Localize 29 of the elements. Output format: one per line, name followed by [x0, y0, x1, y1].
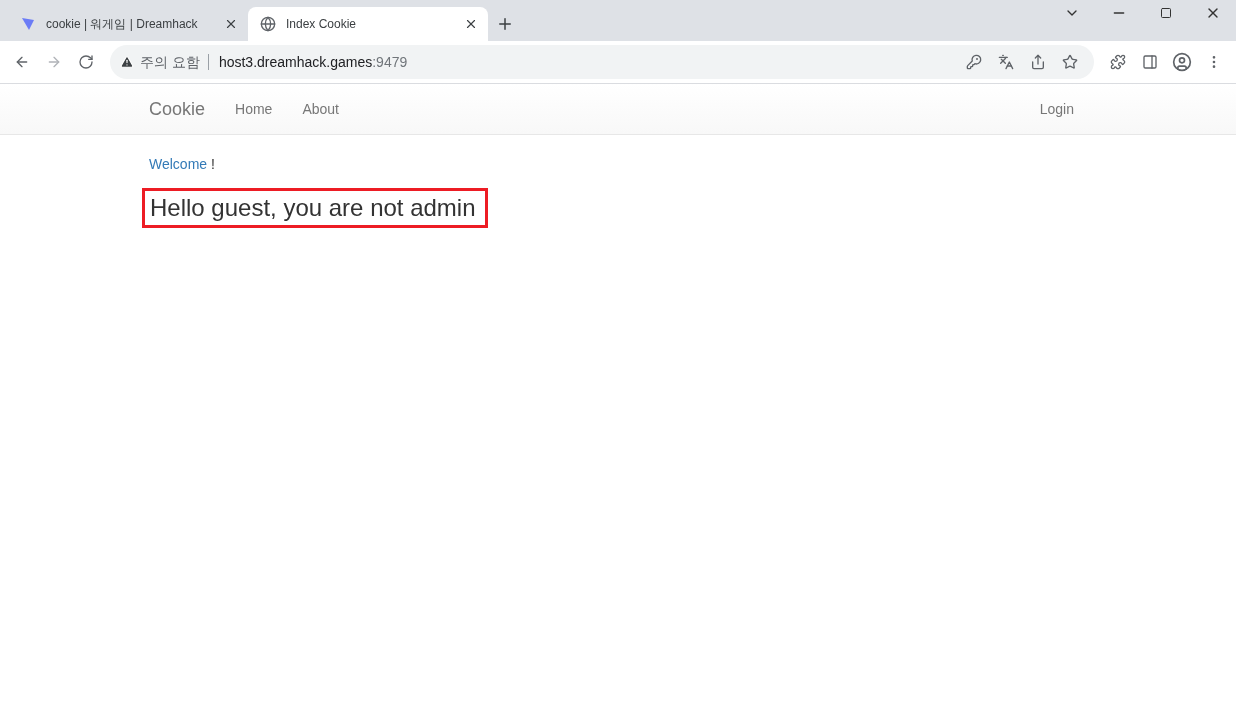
nav-link[interactable]: Home: [235, 101, 273, 117]
new-tab-icon[interactable]: [496, 15, 514, 33]
side-panel-icon[interactable]: [1142, 54, 1158, 70]
address-bar[interactable]: 주의 요함 host3.dreamhack.games:9479: [110, 45, 1094, 79]
url-text: host3.dreamhack.games:9479: [218, 54, 408, 70]
tab-title: Index Cookie: [286, 17, 358, 31]
globe-icon: [260, 16, 276, 32]
close-icon[interactable]: [224, 17, 238, 31]
key-icon[interactable]: [966, 54, 982, 70]
security-label: 주의 요함: [140, 54, 209, 70]
reload-icon[interactable]: [78, 54, 94, 70]
back-icon[interactable]: [14, 54, 30, 70]
greeting-heading: Hello guest, you are not admin: [142, 188, 488, 228]
puzzle-icon[interactable]: [1110, 54, 1126, 70]
share-icon[interactable]: [1030, 54, 1046, 70]
translate-icon[interactable]: [998, 54, 1014, 70]
profile-icon[interactable]: [1172, 52, 1192, 72]
browser-tab[interactable]: Index Cookie: [248, 7, 488, 41]
welcome-link[interactable]: Welcome: [149, 156, 208, 172]
browser-tab[interactable]: cookie | 워게임 | Dreamhack: [8, 7, 248, 41]
nav-link[interactable]: About: [302, 101, 339, 117]
tab-title: cookie | 워게임 | Dreamhack: [46, 15, 199, 33]
warning-icon: [120, 55, 134, 69]
maximize-icon[interactable]: [1159, 7, 1172, 19]
brand-link[interactable]: Cookie: [149, 98, 206, 120]
login-link[interactable]: Login: [1039, 101, 1074, 117]
close-icon[interactable]: [464, 17, 478, 31]
star-icon[interactable]: [1062, 54, 1078, 70]
welcome-text: Welcome !: [149, 156, 215, 172]
